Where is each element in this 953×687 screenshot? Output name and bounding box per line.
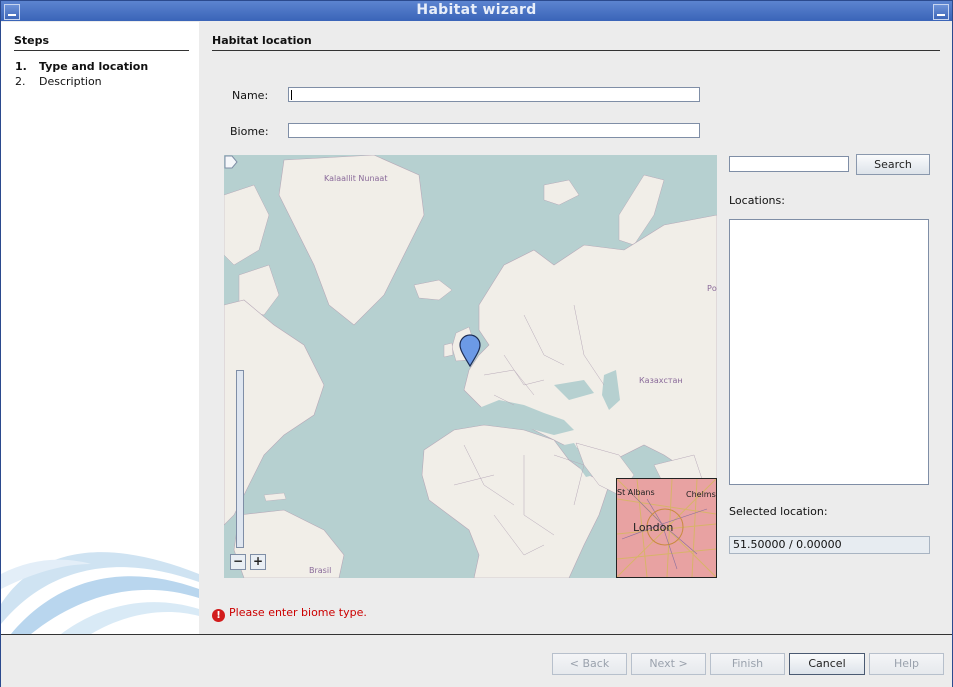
next-button[interactable]: Next > [631, 653, 706, 675]
window-title: Habitat wizard [416, 2, 537, 18]
validation-error: ! Please enter biome type. [212, 606, 367, 622]
biome-label: Biome: [230, 125, 269, 138]
name-label: Name: [232, 89, 269, 102]
content-panel: Habitat location Name: Biome: Kalaallit … [200, 22, 952, 634]
name-field[interactable] [288, 87, 700, 102]
location-search-input[interactable] [729, 156, 849, 172]
zoom-out-button[interactable]: − [230, 554, 246, 570]
zoom-slider-track[interactable] [236, 370, 244, 548]
error-message: Please enter biome type. [229, 606, 367, 619]
cancel-button[interactable]: Cancel [789, 653, 865, 675]
locations-list[interactable] [729, 219, 929, 485]
minimap-label-st-albans: St Albans [617, 488, 655, 497]
minimap-label-chelmsford: Chelms [686, 490, 716, 499]
page-title: Habitat location [212, 34, 940, 51]
step-number: 1. [15, 60, 27, 73]
selected-location-label: Selected location: [729, 505, 828, 518]
decorative-swoosh [1, 552, 199, 634]
locations-label: Locations: [729, 194, 785, 207]
zoom-slider-thumb[interactable] [224, 155, 238, 169]
step-description: 2. Description [15, 75, 102, 88]
step-number: 2. [15, 75, 26, 88]
minimize-icon[interactable] [933, 4, 949, 20]
step-type-and-location: 1. Type and location [15, 60, 148, 73]
minimap-label-london: London [633, 521, 674, 534]
selected-location-value: 51.50000 / 0.00000 [729, 536, 930, 554]
title-bar[interactable]: Habitat wizard [1, 1, 952, 21]
steps-header: Steps [14, 34, 189, 51]
error-icon: ! [212, 609, 225, 622]
zoom-in-button[interactable]: + [250, 554, 266, 570]
steps-panel: Steps 1. Type and location 2. Description [1, 22, 199, 634]
wizard-footer: < Back Next > Finish Cancel Help [1, 634, 952, 687]
back-button[interactable]: < Back [552, 653, 627, 675]
help-button[interactable]: Help [869, 653, 944, 675]
search-button[interactable]: Search [856, 154, 930, 175]
world-map[interactable]: Kalaallit Nunaat Ро Казахстан Brasil − +… [224, 155, 717, 578]
map-label-greenland: Kalaallit Nunaat [324, 174, 388, 183]
step-label: Description [39, 75, 102, 88]
map-label-kazakhstan: Казахстан [639, 376, 683, 385]
map-label-russia: Ро [707, 284, 717, 293]
map-label-brazil: Brasil [309, 566, 332, 575]
text-caret [291, 90, 292, 100]
biome-field[interactable] [288, 123, 700, 138]
wizard-window: Habitat wizard Steps 1. Type and location… [0, 0, 953, 687]
overview-minimap[interactable]: St Albans Chelms London [616, 478, 717, 578]
finish-button[interactable]: Finish [710, 653, 785, 675]
step-label: Type and location [39, 60, 149, 73]
